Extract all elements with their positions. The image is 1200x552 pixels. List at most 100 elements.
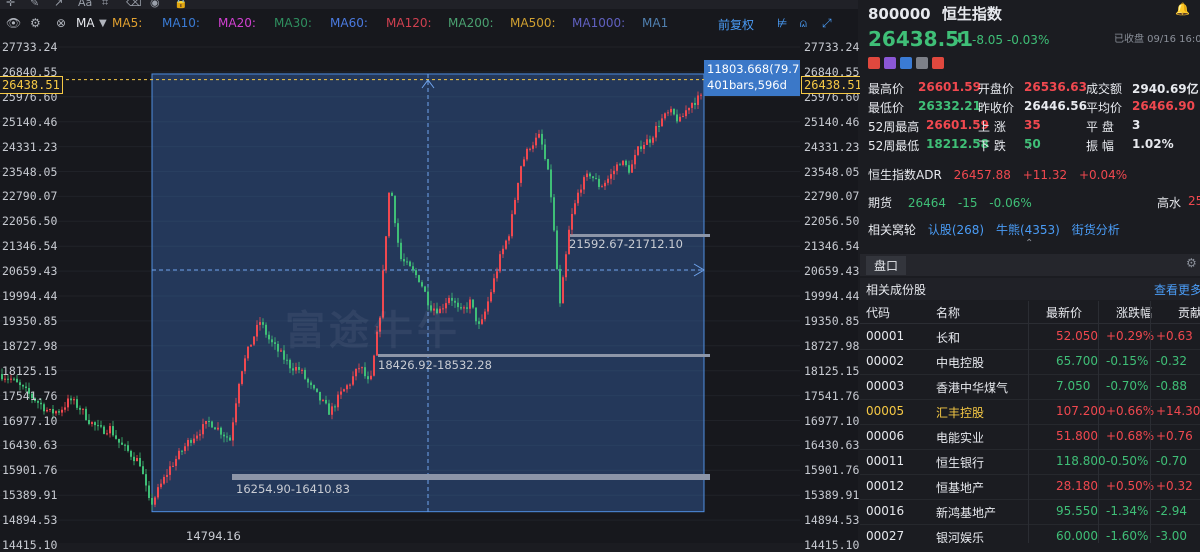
ma-item-3[interactable]: MA30: bbox=[274, 16, 312, 30]
col-price[interactable]: 最新价 bbox=[1046, 304, 1082, 321]
futures-row[interactable]: 期货 26464 -15 -0.06% bbox=[868, 194, 1032, 211]
lock-icon[interactable]: 🔒 bbox=[174, 0, 188, 9]
ma-indicator-label[interactable]: MA bbox=[76, 16, 95, 30]
text-tool-icon[interactable]: Aa bbox=[78, 0, 92, 9]
stat-label: 昨收价 bbox=[978, 101, 1015, 115]
ma-item-4[interactable]: MA60: bbox=[330, 16, 368, 30]
table-row[interactable]: 00005 汇丰控股 107.200 +0.66% +14.30 bbox=[860, 399, 1200, 425]
collapse-caret-icon[interactable]: ⌃ bbox=[1025, 146, 1033, 157]
ma-item-1[interactable]: MA10: bbox=[162, 16, 200, 30]
cell-code: 00016 bbox=[866, 504, 905, 518]
tag-icon[interactable] bbox=[900, 56, 912, 69]
candle-body bbox=[487, 301, 489, 312]
table-row[interactable]: 00003 香港中华煤气 7.050 -0.70% -0.88 bbox=[860, 374, 1200, 400]
candle-body bbox=[154, 497, 156, 505]
y-tick-left: 20659.43 bbox=[2, 264, 58, 279]
bell-icon[interactable]: 🔔 bbox=[1175, 2, 1190, 16]
candle-body bbox=[553, 197, 555, 231]
table-row[interactable]: 00012 恒基地产 28.180 +0.50% +0.32 bbox=[860, 474, 1200, 500]
col-change-pct[interactable]: 涨跌幅 bbox=[1116, 304, 1152, 321]
candle-body bbox=[217, 427, 219, 430]
candle-body bbox=[391, 192, 393, 196]
candle-body bbox=[574, 203, 576, 214]
ruler-icon[interactable]: ⌗ bbox=[102, 0, 108, 9]
table-row[interactable]: 00016 新鸿基地产 95.550 -1.34% -2.94 bbox=[860, 499, 1200, 525]
support-range-label-1: 21592.67-21712.10 bbox=[569, 237, 683, 251]
candle-body bbox=[517, 182, 519, 201]
candlestick-plot[interactable]: 富途牛牛 21592.67-21712.10 18426.92-18532.28… bbox=[0, 36, 800, 543]
y-tick-right: 25140.46 bbox=[804, 114, 860, 129]
ma-item-7[interactable]: MA500: bbox=[510, 16, 556, 30]
col-contribution[interactable]: 贡献 bbox=[1178, 304, 1200, 321]
cell-change-pct: -0.70% bbox=[1106, 379, 1149, 393]
chart-canvas[interactable] bbox=[0, 36, 800, 543]
candle-body bbox=[298, 366, 300, 370]
compare-icon[interactable]: ⩄ bbox=[800, 16, 807, 31]
view-more-link[interactable]: 查看更多 bbox=[1154, 281, 1200, 298]
ma-item-9[interactable]: MA1 bbox=[642, 16, 668, 30]
shortsell-icon[interactable] bbox=[884, 56, 896, 69]
crosshair-icon[interactable]: ✛ bbox=[6, 0, 15, 9]
chart-type-icon[interactable]: ⊭ bbox=[777, 16, 787, 30]
cell-code: 00006 bbox=[866, 429, 905, 443]
cell-code: 00027 bbox=[866, 529, 905, 543]
col-code[interactable]: 代码 bbox=[866, 304, 890, 321]
trash-icon[interactable]: ⌫ bbox=[126, 0, 142, 9]
candle-body bbox=[106, 433, 108, 435]
close-icon[interactable]: ⊗ bbox=[56, 16, 66, 30]
candle-body bbox=[331, 406, 333, 415]
table-row[interactable]: 00027 银河娱乐 60.000 -1.60% -3.00 bbox=[860, 524, 1200, 543]
period-low-label: 14794.16 bbox=[186, 529, 241, 543]
panel-settings-icon[interactable]: ⚙ bbox=[1186, 256, 1197, 270]
cell-price: 52.050 bbox=[1056, 329, 1098, 343]
col-name[interactable]: 名称 bbox=[936, 304, 960, 321]
y-tick-right: 27733.24 bbox=[804, 40, 860, 54]
adr-row[interactable]: 恒生指数ADR 26457.88 +11.32 +0.04% bbox=[868, 166, 1127, 183]
tab-orderbook[interactable]: 盘口 bbox=[866, 256, 907, 275]
candle-body bbox=[649, 139, 651, 143]
ma-item-2[interactable]: MA20: bbox=[218, 16, 256, 30]
candle-body bbox=[325, 399, 327, 404]
y-tick-left: 22056.50 bbox=[2, 214, 58, 229]
ma-item-8[interactable]: MA1000: bbox=[572, 16, 625, 30]
ma-item-6[interactable]: MA200: bbox=[448, 16, 494, 30]
table-row[interactable]: 00006 电能实业 51.800 +0.68% +0.76 bbox=[860, 424, 1200, 450]
line-tool-icon[interactable]: ↗ bbox=[54, 0, 63, 9]
candle-body bbox=[220, 427, 222, 435]
candle-body bbox=[337, 394, 339, 408]
candle-body bbox=[61, 409, 63, 413]
table-row[interactable]: 00001 长和 52.050 +0.29% +0.63 bbox=[860, 324, 1200, 350]
chart-pane[interactable]: ✛ ✎ ↗ Aa ⌗ ⌫ ◉ 🔒 👁 ⚙ ⊗ MA ▼ MA5: MA10: MA20: MA30:… bbox=[0, 0, 865, 552]
adjust-mode-dropdown[interactable]: 前复权 bbox=[718, 16, 754, 33]
pencil-icon[interactable]: ✎ bbox=[30, 0, 39, 9]
cell-name: 恒生银行 bbox=[936, 456, 985, 470]
stat-label: 平均价 bbox=[1086, 101, 1123, 115]
ma-item-0[interactable]: MA5: bbox=[112, 16, 142, 30]
collapse-caret-icon-2[interactable]: ⌃ bbox=[1025, 238, 1033, 249]
candle-body bbox=[469, 299, 471, 309]
settings-icon[interactable]: ⚙ bbox=[30, 16, 41, 30]
candle-body bbox=[625, 160, 627, 166]
fullscreen-icon[interactable]: ⤢ bbox=[822, 16, 832, 31]
support-range-label-3: 16254.90-16410.83 bbox=[236, 482, 350, 496]
ma-item-5[interactable]: MA120: bbox=[386, 16, 432, 30]
eye-icon[interactable]: ◉ bbox=[150, 0, 160, 9]
favorite-heart-icon[interactable] bbox=[932, 56, 944, 69]
candle-body bbox=[307, 378, 309, 383]
table-row[interactable]: 00002 中电控股 65.700 -0.15% -0.32 bbox=[860, 349, 1200, 375]
candle-body bbox=[97, 425, 99, 427]
candle-body bbox=[274, 342, 276, 344]
cell-contribution: -0.88 bbox=[1156, 379, 1188, 393]
note-icon[interactable] bbox=[916, 56, 928, 69]
warrant-bull-link[interactable]: 牛熊(4353) bbox=[996, 223, 1060, 237]
candle-body bbox=[340, 391, 342, 395]
warrant-call-link[interactable]: 认股(268) bbox=[928, 223, 984, 237]
chevron-down-icon[interactable]: ▼ bbox=[99, 18, 107, 29]
eye-toggle-icon[interactable]: 👁 bbox=[6, 16, 21, 30]
candle-body bbox=[664, 113, 666, 119]
candle-body bbox=[571, 213, 573, 230]
warrant-street-link[interactable]: 街货分析 bbox=[1072, 223, 1120, 237]
table-row[interactable]: 00011 恒生银行 118.800 -0.50% -0.70 bbox=[860, 449, 1200, 475]
cell-price: 51.800 bbox=[1056, 429, 1098, 443]
y-tick-right: 18727.98 bbox=[804, 338, 860, 353]
